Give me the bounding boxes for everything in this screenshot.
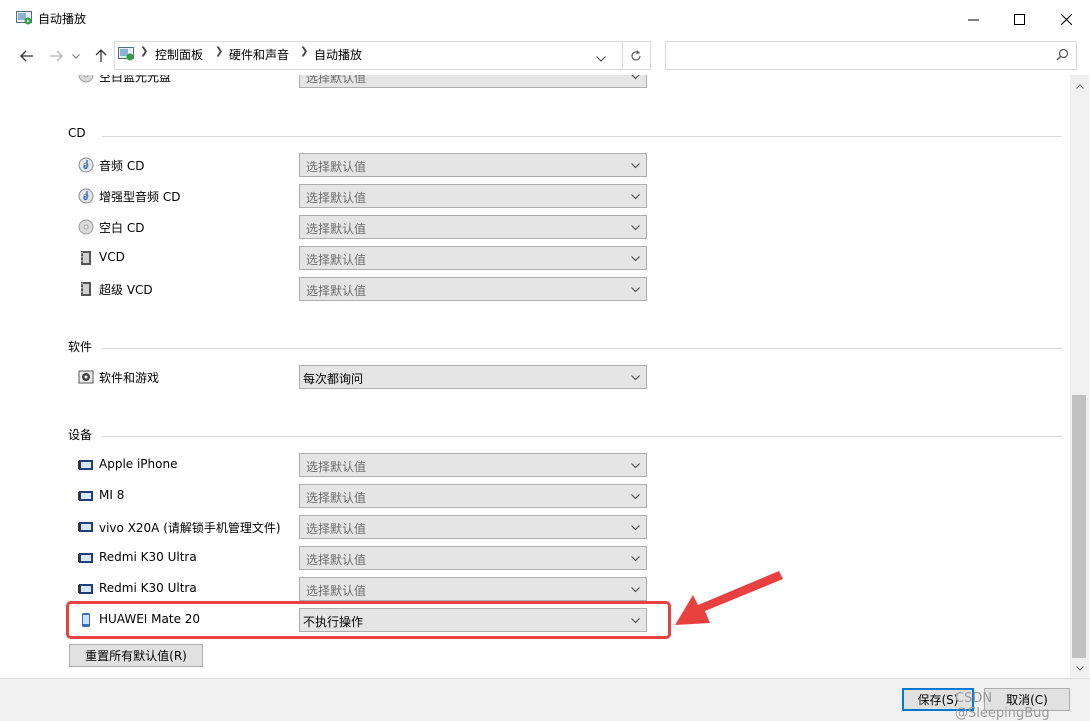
scroll-up-icon	[1075, 84, 1084, 89]
section-title-devices: 设备	[68, 428, 93, 442]
chevron-down-icon	[631, 587, 640, 593]
row-label: Redmi K30 Ultra	[99, 550, 197, 564]
close-icon	[1060, 13, 1072, 25]
annotation-arrow-icon	[675, 571, 783, 625]
film-icon	[78, 281, 94, 297]
recent-locations-button[interactable]	[69, 45, 83, 67]
blank-bd-icon	[78, 75, 94, 83]
default-action-select[interactable]: 选择默认值	[299, 277, 647, 301]
maximize-icon	[1013, 13, 1025, 25]
default-action-select[interactable]: 选择默认值	[299, 184, 647, 208]
blank-cd-icon	[78, 219, 94, 235]
control-panel-icon	[118, 47, 134, 61]
default-action-select[interactable]: 选择默认值	[299, 246, 647, 270]
default-action-select[interactable]: 选择默认值	[299, 453, 647, 477]
default-action-select[interactable]: 选择默认值	[299, 75, 647, 88]
default-action-select[interactable]: 选择默认值	[299, 577, 647, 601]
chevron-down-icon	[631, 375, 640, 381]
close-button[interactable]	[1043, 0, 1089, 38]
chevron-down-icon	[631, 194, 640, 200]
refresh-button[interactable]	[621, 41, 651, 70]
section-divider	[102, 136, 1062, 137]
breadcrumb-separator-icon: ❯	[140, 46, 149, 57]
chevron-down-icon	[631, 225, 640, 231]
search-input[interactable]	[665, 41, 1077, 70]
default-action-select[interactable]: 选择默认值	[299, 153, 647, 177]
row-label: VCD	[99, 250, 125, 264]
chevron-down-icon	[631, 287, 640, 293]
chevron-down-icon	[631, 75, 640, 80]
refresh-icon	[630, 49, 641, 61]
device-icon	[78, 457, 94, 473]
default-action-select[interactable]: 选择默认值	[299, 546, 647, 570]
minimize-icon	[967, 19, 979, 20]
up-button[interactable]	[90, 45, 112, 67]
back-button[interactable]	[16, 45, 38, 67]
scroll-down-icon	[1075, 666, 1084, 671]
reset-all-defaults-button[interactable]: 重置所有默认值(R)	[69, 644, 203, 667]
chevron-down-icon	[631, 525, 640, 531]
chevron-down-icon	[631, 494, 640, 500]
autoplay-settings-content: 空白蓝光光盘 选择默认值 CD 音频 CD 选择默认值 增强型音频 CD 选择默…	[8, 75, 1070, 678]
scroll-up-button[interactable]	[1070, 78, 1089, 95]
scroll-down-button[interactable]	[1070, 660, 1089, 677]
row-label: 增强型音频 CD	[99, 190, 181, 204]
section-title-software: 软件	[68, 340, 93, 354]
row-label: vivo X20A (请解锁手机管理文件)	[99, 521, 281, 535]
watermark-text: CSDN @SleepingBug	[955, 691, 1050, 721]
window-title: 自动播放	[38, 12, 87, 26]
device-icon	[78, 550, 94, 566]
breadcrumb-separator-icon: ❯	[300, 46, 309, 57]
breadcrumb-hardware-sound[interactable]: 硬件和声音	[229, 46, 289, 63]
autoplay-app-icon	[16, 11, 32, 25]
audio-cd-icon	[78, 157, 94, 173]
chevron-down-icon	[631, 256, 640, 262]
address-history-dropdown[interactable]	[596, 51, 606, 65]
row-label: MI 8	[99, 488, 125, 502]
default-action-select[interactable]: 选择默认值	[299, 215, 647, 239]
forward-arrow-icon	[50, 50, 63, 62]
title-bar	[0, 0, 1090, 38]
forward-button[interactable]	[45, 45, 67, 67]
row-label: Redmi K30 Ultra	[99, 581, 197, 595]
film-icon	[78, 250, 94, 266]
row-label: 超级 VCD	[99, 283, 153, 297]
chevron-down-icon	[631, 556, 640, 562]
chevron-down-icon	[631, 163, 640, 169]
audio-cd-icon	[78, 188, 94, 204]
scrollbar-thumb[interactable]	[1072, 395, 1086, 658]
breadcrumb-control-panel[interactable]: 控制面板	[155, 46, 203, 63]
row-label: Apple iPhone	[99, 457, 178, 471]
chevron-down-icon	[72, 53, 80, 59]
section-title-cd: CD	[68, 126, 86, 140]
section-divider	[102, 348, 1062, 349]
back-arrow-icon	[20, 50, 33, 62]
breadcrumb-autoplay[interactable]: 自动播放	[314, 46, 362, 63]
search-icon	[1056, 48, 1069, 64]
device-icon	[78, 581, 94, 597]
breadcrumb-separator-icon: ❯	[215, 46, 224, 57]
device-icon	[78, 519, 94, 535]
device-icon	[78, 488, 94, 504]
section-divider	[102, 436, 1062, 437]
default-action-select[interactable]: 选择默认值	[299, 484, 647, 508]
software-disc-icon	[78, 369, 94, 385]
up-arrow-icon	[95, 49, 107, 62]
default-action-select[interactable]: 每次都询问	[299, 365, 647, 389]
row-label: 空白 CD	[99, 221, 145, 235]
minimize-button[interactable]	[950, 0, 996, 38]
row-label: 音频 CD	[99, 159, 145, 173]
row-label: 软件和游戏	[99, 371, 160, 385]
chevron-down-icon	[631, 463, 640, 469]
row-label: 空白蓝光光盘	[99, 75, 172, 84]
maximize-button[interactable]	[996, 0, 1042, 38]
chevron-down-icon	[596, 56, 606, 62]
highlight-annotation	[66, 601, 671, 639]
default-action-select[interactable]: 选择默认值	[299, 515, 647, 539]
